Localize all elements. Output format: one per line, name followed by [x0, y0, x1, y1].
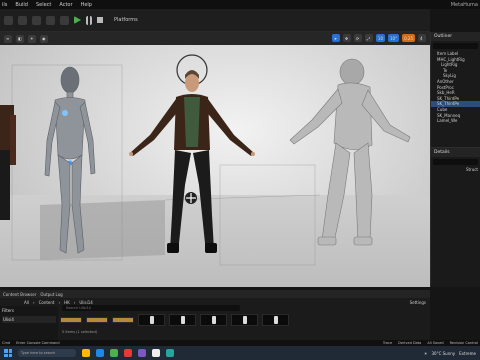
rotate-icon[interactable]: ⟳ — [353, 34, 362, 42]
pause-icon[interactable] — [86, 15, 92, 25]
details-struct-label: Struct — [465, 167, 478, 172]
character-left-partial — [0, 105, 16, 220]
revision-control-button[interactable]: Revision Control — [450, 341, 478, 345]
breadcrumb-hk[interactable]: HK — [64, 300, 70, 305]
menu-help[interactable]: Help — [81, 2, 92, 8]
add-actor-icon[interactable] — [32, 15, 41, 25]
outliner-search[interactable] — [433, 43, 478, 49]
asset-thumbnail[interactable] — [231, 314, 258, 326]
mannequin — [289, 58, 411, 246]
content-browser: Content Browser Output Log All › Content… — [0, 290, 430, 340]
blueprint-icon[interactable] — [46, 15, 55, 25]
outliner-title: Outliner — [431, 32, 480, 41]
scale-icon[interactable]: ⤢ — [364, 34, 373, 42]
play-icon[interactable] — [74, 16, 81, 24]
app-icon[interactable] — [166, 349, 174, 357]
camera-speed-value[interactable]: 4 — [418, 34, 426, 42]
details-title: Details — [431, 148, 480, 157]
all-saved-indicator[interactable]: All Saved — [427, 341, 443, 345]
content-tabs: Content Browser Output Log — [0, 290, 430, 298]
outliner-panel: Outliner Item Label MHC_LightRig LightRi… — [430, 32, 480, 147]
save-icon[interactable] — [4, 15, 13, 25]
folder-icon[interactable] — [60, 317, 82, 323]
store-icon[interactable] — [110, 349, 118, 357]
weather-text[interactable]: 30°C Sunny — [431, 351, 455, 356]
folder-icon[interactable] — [112, 317, 134, 323]
move-gizmo — [185, 192, 197, 204]
menu-build[interactable]: Build — [15, 2, 28, 8]
tab-output-log[interactable]: Output Log — [40, 292, 62, 297]
translate-icon[interactable]: ✥ — [342, 34, 351, 42]
select-mode-icon[interactable]: ➤ — [331, 34, 340, 42]
weather-icon[interactable]: ☀ — [424, 351, 428, 356]
windows-start-icon[interactable] — [4, 349, 12, 357]
app-icon[interactable] — [138, 349, 146, 357]
lit-button[interactable]: ☀ — [28, 34, 36, 43]
viewport-scene — [0, 54, 411, 266]
edge-icon[interactable] — [96, 349, 104, 357]
asset-thumbnail[interactable] — [169, 314, 196, 326]
menu-bar: ils Build Select Actor Help MetaHuma — [0, 0, 480, 9]
viewport-toolbar: ≡ ◧ ☀ ◉ ➤ ✥ ⟳ ⤢ 10 10° 0.25 4 — [0, 32, 430, 45]
project-name: MetaHuma — [450, 1, 478, 8]
stop-icon[interactable] — [97, 17, 103, 23]
details-search[interactable] — [433, 159, 478, 165]
derived-data-button[interactable]: Derived Data — [398, 341, 421, 345]
tab-content-browser[interactable]: Content Browser — [3, 292, 36, 297]
show-button[interactable]: ◉ — [40, 34, 48, 43]
settings-button[interactable]: Settings — [410, 300, 426, 305]
menu-actor[interactable]: Actor — [59, 2, 72, 8]
cmd-button[interactable]: Cmd — [2, 341, 10, 345]
unreal-engine-icon[interactable] — [152, 349, 160, 357]
level-viewport[interactable] — [0, 45, 430, 287]
chevron-right-icon: › — [73, 299, 76, 305]
tray-extreme-label[interactable]: Extreme — [459, 351, 476, 356]
rotation-snap-value[interactable]: 10° — [388, 34, 400, 42]
folder-icon[interactable] — [86, 317, 108, 323]
details-panel: Details Struct — [430, 147, 480, 287]
main-toolbar: Platforms — [0, 9, 430, 32]
trace-button[interactable]: Trace — [383, 341, 392, 345]
viewport-menu-icon[interactable]: ≡ — [4, 34, 12, 43]
asset-thumbnail[interactable] — [200, 314, 227, 326]
menu-tools[interactable]: ils — [2, 2, 7, 8]
menu-select[interactable]: Select — [36, 2, 51, 8]
perspective-button[interactable]: ◧ — [16, 34, 24, 43]
taskbar-search[interactable]: Type here to search — [18, 349, 76, 357]
scale-snap-value[interactable]: 0.25 — [402, 34, 415, 42]
pedestal — [40, 200, 165, 260]
asset-search-input[interactable]: Search Ulisi14 — [62, 305, 240, 311]
asset-thumbnail[interactable] — [262, 314, 289, 326]
chrome-icon[interactable] — [124, 349, 132, 357]
console-input[interactable]: Enter Console Command — [16, 341, 60, 345]
breadcrumb-content[interactable]: Content — [39, 300, 55, 305]
folder-tree: Filters Ulisi4 — [0, 306, 58, 340]
breadcrumb-all[interactable]: All — [24, 300, 29, 305]
breadcrumb-folder[interactable]: Ulisi14 — [79, 300, 92, 305]
chevron-right-icon: › — [58, 299, 61, 305]
outliner-item[interactable]: Lamel_We — [431, 118, 480, 124]
chevron-right-icon: › — [32, 299, 35, 305]
selected-folder[interactable]: Ulisi4 — [2, 316, 56, 323]
file-explorer-icon[interactable] — [82, 349, 90, 357]
grid-snap-value[interactable]: 10 — [375, 34, 385, 42]
taskbar: Type here to search ☀ 30°C Sunny Extreme — [0, 346, 480, 360]
filters-label[interactable]: Filters — [0, 306, 58, 315]
asset-thumbnail[interactable] — [138, 314, 165, 326]
mode-select-icon[interactable] — [18, 15, 27, 25]
system-tray: ☀ 30°C Sunny Extreme — [424, 351, 476, 356]
asset-grid — [60, 314, 289, 326]
item-count: 5 items (1 selected) — [62, 330, 98, 334]
cinematics-icon[interactable] — [60, 15, 69, 25]
platforms-dropdown[interactable]: Platforms — [114, 17, 138, 23]
